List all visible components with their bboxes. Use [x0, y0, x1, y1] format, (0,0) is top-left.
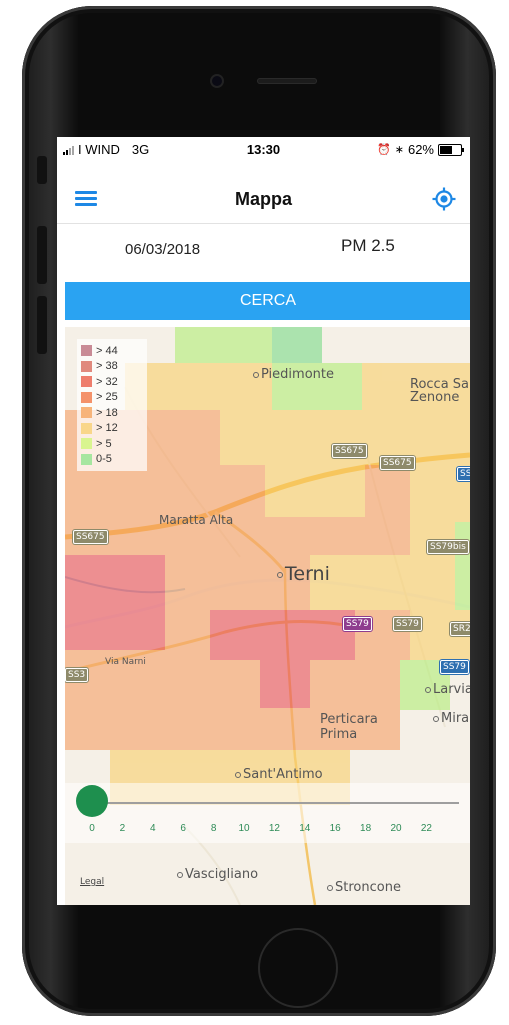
place-label: Larvia	[425, 682, 470, 697]
home-button[interactable]	[258, 928, 338, 1008]
time-slider[interactable]: 0 2 4 6 8 10 12 14 16 18 20 22	[65, 783, 470, 843]
mute-switch	[37, 156, 47, 184]
legend-swatch	[81, 407, 92, 419]
map-legend: > 44 > 38 > 32 > 25 > 18 > 12 > 5 0-5	[77, 339, 147, 471]
place-label: Piedimonte	[253, 367, 334, 382]
place-label: Vascigliano	[177, 867, 258, 882]
navigation-bar: Mappa	[57, 167, 470, 224]
place-label: Stroncone	[327, 880, 401, 895]
filter-row: 06/03/2018 PM 2.5	[57, 223, 470, 279]
status-right: ⏰ ∗ 62%	[377, 142, 464, 157]
slider-tick-label: 14	[299, 823, 311, 834]
legend-item: > 25	[81, 390, 143, 406]
legend-label: > 5	[96, 437, 112, 450]
search-button[interactable]: CERCA	[65, 282, 470, 320]
volume-up-button	[37, 226, 47, 284]
road-shield: SS6	[457, 467, 470, 481]
road-shield: SR20	[450, 622, 470, 636]
pollutant-selector[interactable]: PM 2.5	[341, 236, 395, 256]
volume-down-button	[37, 296, 47, 354]
legend-item: > 18	[81, 405, 143, 421]
road-shield: SS79	[393, 617, 422, 631]
legend-label: > 18	[96, 406, 118, 419]
location-target-icon[interactable]	[432, 187, 456, 211]
legend-label: > 32	[96, 375, 118, 388]
legend-label: > 44	[96, 344, 118, 357]
legend-swatch	[81, 345, 92, 357]
road-shield: SS675	[332, 444, 367, 458]
legend-item: > 38	[81, 359, 143, 375]
battery-percent: 62%	[407, 142, 434, 157]
bluetooth-icon: ∗	[394, 144, 404, 156]
road-shield: SS79bis	[427, 540, 469, 554]
place-label: Terni	[277, 563, 330, 585]
slider-tick-label: 16	[329, 823, 341, 834]
place-label: Perticara Prima	[320, 712, 378, 742]
slider-tick-label: 18	[360, 823, 372, 834]
legend-swatch	[81, 438, 92, 450]
app-screen: I WIND 3G 13:30 ⏰ ∗ 62% Mappa 06/03/2018…	[57, 137, 470, 905]
legend-item: > 12	[81, 421, 143, 437]
slider-tick-label: 22	[420, 823, 432, 834]
legend-swatch	[81, 391, 92, 403]
slider-tick-label: 4	[150, 823, 156, 834]
road-shield: SS79	[440, 660, 469, 674]
date-selector[interactable]: 06/03/2018	[125, 241, 200, 258]
road-shield: SS675	[380, 456, 415, 470]
legend-item: > 32	[81, 374, 143, 390]
legend-item: 0-5	[81, 452, 143, 468]
legend-item: > 44	[81, 343, 143, 359]
road-shield: SS3	[65, 668, 89, 682]
slider-track[interactable]	[91, 802, 459, 804]
legend-item: > 5	[81, 436, 143, 452]
slider-thumb[interactable]	[76, 785, 108, 817]
place-label: Mira	[433, 711, 469, 726]
legend-swatch	[81, 376, 92, 388]
legend-label: > 25	[96, 391, 118, 404]
slider-ticks: 0 2 4 6 8 10 12 14 16 18 20 22	[65, 823, 470, 837]
legend-label: 0-5	[96, 453, 112, 466]
pollution-map[interactable]: > 44 > 38 > 32 > 25 > 18 > 12 > 5 0-5 Piedimont…	[65, 327, 470, 905]
legend-swatch	[81, 360, 92, 372]
place-label: Sant'Antimo	[235, 767, 323, 782]
legend-label: > 12	[96, 422, 118, 435]
earpiece-speaker	[257, 78, 317, 84]
page-title: Mappa	[234, 189, 292, 209]
alarm-clock-icon: ⏰	[377, 144, 391, 156]
slider-tick-label: 10	[238, 823, 250, 834]
slider-tick-label: 20	[390, 823, 402, 834]
place-label: Maratta Alta	[159, 513, 234, 527]
road-label: Via Narni	[105, 657, 146, 667]
legend-label: > 38	[96, 360, 118, 373]
status-bar: I WIND 3G 13:30 ⏰ ∗ 62%	[57, 137, 470, 159]
legal-link[interactable]: Legal	[80, 877, 104, 887]
road-shield: SS79	[343, 617, 372, 631]
slider-tick-label: 6	[180, 823, 186, 834]
battery-icon	[438, 143, 464, 156]
front-camera	[210, 74, 224, 88]
slider-tick-label: 8	[210, 823, 217, 834]
slider-tick-label: 12	[268, 823, 280, 834]
slider-tick-label: 2	[119, 823, 126, 834]
legend-swatch	[81, 453, 92, 465]
road-shield: SS675	[73, 530, 108, 544]
place-label: Rocca Sa Zenone	[410, 377, 470, 405]
slider-tick-label: 0	[89, 823, 95, 834]
legend-swatch	[81, 422, 92, 434]
